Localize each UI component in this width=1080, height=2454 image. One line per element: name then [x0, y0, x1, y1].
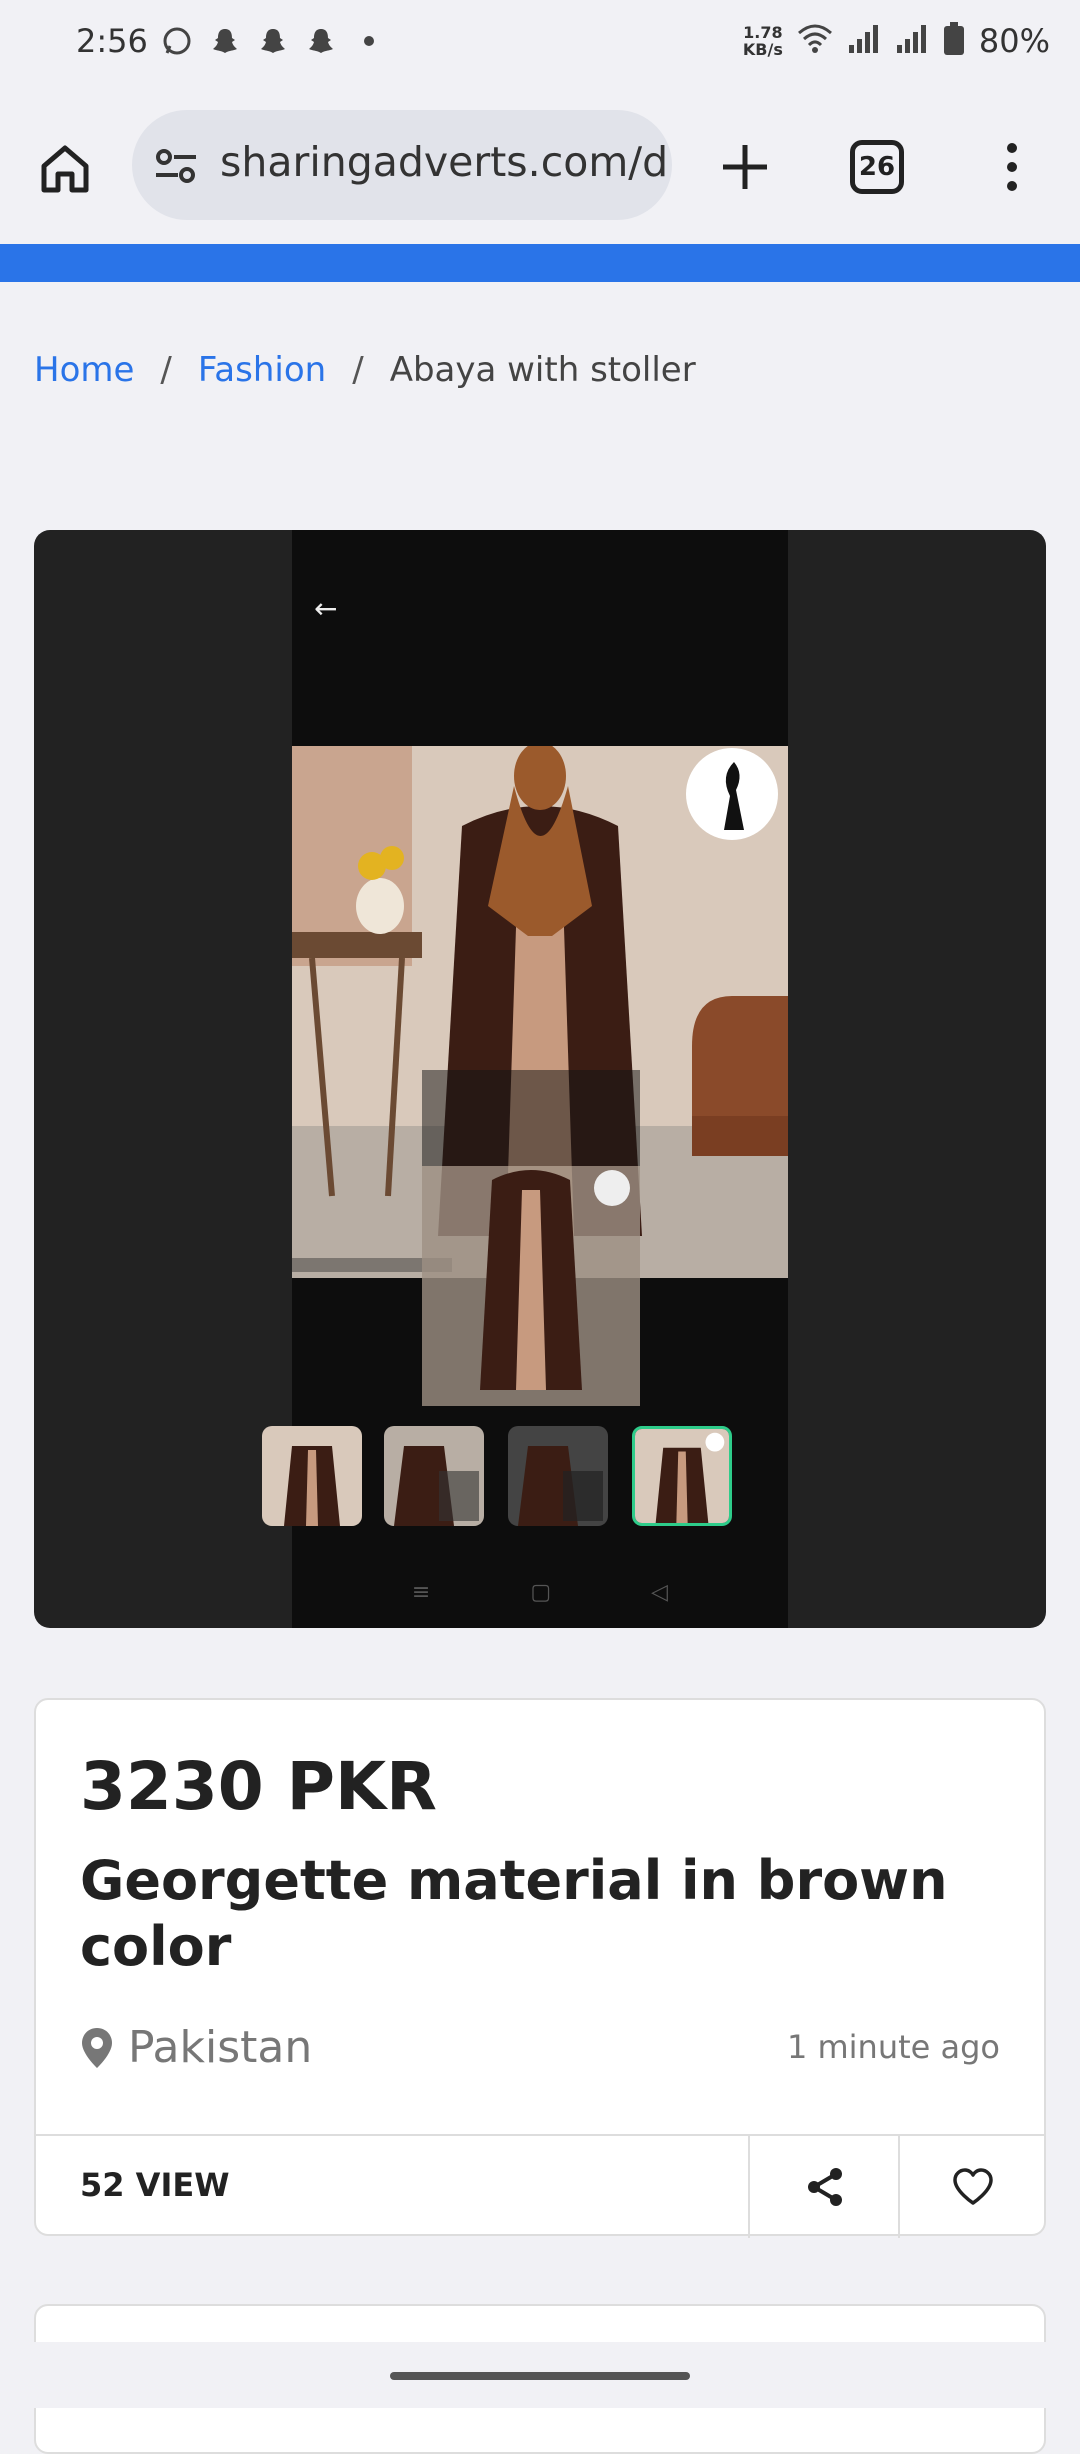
back-arrow-icon: ← [314, 592, 338, 625]
share-icon [808, 2168, 842, 2206]
snapchat-icon [306, 26, 336, 56]
breadcrumb-separator: / [352, 350, 364, 390]
listing-actions: 52 VIEW [36, 2134, 1044, 2238]
thumbnail[interactable] [262, 1426, 362, 1526]
breadcrumb-separator: / [160, 350, 172, 390]
network-speed: 1.78 KB/s [742, 23, 783, 59]
thumbnail-selected[interactable] [632, 1426, 732, 1526]
share-button[interactable] [748, 2136, 900, 2238]
home-square-icon: ▢ [530, 1580, 552, 1605]
breadcrumb-home-link[interactable]: Home [34, 350, 134, 390]
listing-info-card: 3230 PKR Georgette material in brown col… [34, 1698, 1046, 2238]
breadcrumb-current: Abaya with stoller [389, 350, 696, 390]
recents-icon: ≡ [411, 1580, 431, 1605]
browser-toolbar: sharingadverts.com/d 26 [0, 90, 1080, 242]
back-triangle-icon: ◁ [651, 1580, 669, 1605]
site-settings-icon[interactable] [154, 148, 198, 184]
listing-price: 3230 PKR [80, 1748, 438, 1825]
snapchat-icon [258, 26, 288, 56]
breadcrumb: Home / Fashion / Abaya with stoller [34, 350, 696, 390]
breadcrumb-fashion-link[interactable]: Fashion [198, 350, 326, 390]
listing-image: ← ≡ ▢ ◁ [262, 530, 788, 1628]
notification-icons [162, 26, 384, 56]
status-time: 2:56 [76, 22, 148, 60]
home-icon [41, 145, 89, 193]
more-vertical-icon [1007, 143, 1017, 191]
inner-nav-bar: ≡ ▢ ◁ [292, 1580, 788, 1620]
battery-percent: 80% [978, 22, 1050, 60]
browser-menu-button[interactable] [990, 132, 1034, 202]
snapchat-icon [210, 26, 240, 56]
location-label: Pakistan [128, 2022, 313, 2073]
site-header-bar [0, 244, 1080, 282]
view-count: 52 VIEW [80, 2166, 230, 2204]
address-bar[interactable]: sharingadverts.com/d [132, 110, 672, 220]
url-text: sharingadverts.com/d [220, 138, 669, 186]
thumbnail[interactable] [384, 1426, 484, 1526]
battery-icon [943, 22, 965, 60]
signal-icon [847, 23, 881, 59]
gesture-handle[interactable] [390, 2372, 690, 2380]
image-overlay-preview [422, 1070, 640, 1406]
favorite-button[interactable] [898, 2136, 1046, 2238]
whatsapp-icon [162, 26, 192, 56]
heart-icon [953, 2168, 993, 2205]
plus-icon [723, 145, 767, 189]
wifi-icon [797, 23, 833, 59]
system-nav-bar [0, 2342, 1080, 2408]
home-button[interactable] [30, 134, 100, 204]
posted-time: 1 minute ago [786, 2028, 1000, 2066]
new-tab-button[interactable] [710, 132, 780, 202]
status-bar: 2:56 1.78 KB/s 80% [0, 0, 1080, 90]
thumbnail[interactable] [508, 1426, 608, 1526]
listing-title: Georgette material in brown color [80, 1849, 948, 1978]
listing-location: Pakistan [80, 2022, 312, 2073]
listing-image-viewer[interactable]: ← ≡ ▢ ◁ [34, 530, 1046, 1628]
more-notifications-dot-icon [354, 26, 384, 56]
thumbnail-strip [262, 1426, 788, 1526]
signal-icon [895, 23, 929, 59]
tab-switcher-button[interactable]: 26 [850, 140, 904, 194]
location-pin-icon [82, 2027, 112, 2068]
